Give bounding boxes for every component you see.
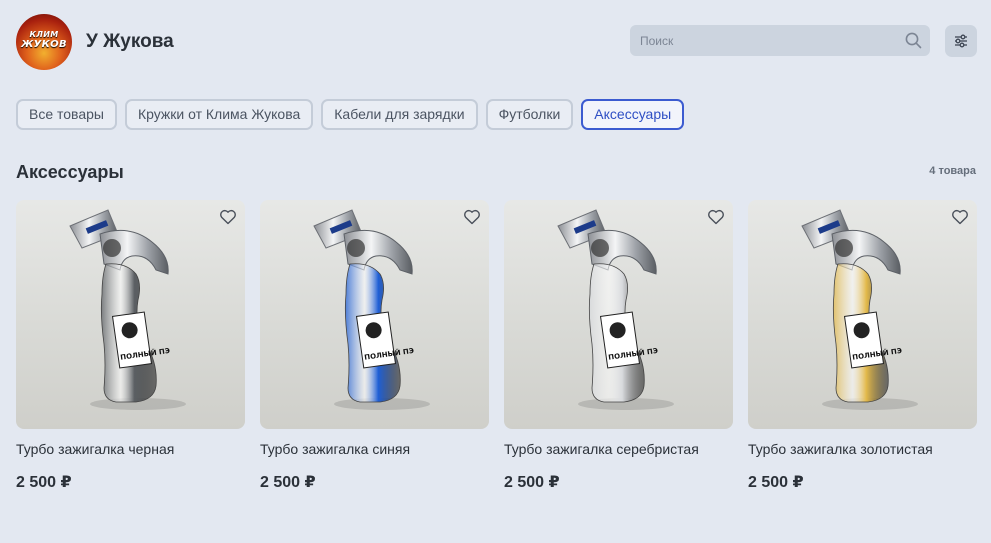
- product-card[interactable]: ПОЛНЫЙ ПЭ Турбо зажигалка черная 2 500 ₽: [16, 200, 245, 492]
- category-tabs: Все товары Кружки от Клима Жукова Кабели…: [16, 99, 685, 131]
- heart-icon[interactable]: [951, 208, 969, 226]
- product-price: 2 500 ₽: [504, 474, 560, 491]
- product-price: 2 500 ₽: [260, 474, 316, 491]
- lighter-image: ПОЛНЫЙ ПЭ: [801, 209, 918, 410]
- tab-mugs[interactable]: Кружки от Клима Жукова: [124, 99, 314, 130]
- tab-cables[interactable]: Кабели для зарядки: [321, 99, 478, 130]
- heart-icon[interactable]: [219, 208, 237, 226]
- filter-button[interactable]: [945, 25, 977, 57]
- search-icon[interactable]: [905, 32, 922, 49]
- product-card[interactable]: ПОЛНЫЙ ПЭ Турбо зажигалка золотистая 2 5…: [748, 200, 977, 492]
- search-bar: [630, 25, 930, 56]
- shop-name: У Жукова: [86, 31, 174, 52]
- section-title: Аксессуары: [16, 162, 124, 182]
- shop-avatar[interactable]: КЛИМ ЖУКОВ: [16, 14, 72, 70]
- product-card[interactable]: ПОЛНЫЙ ПЭ Турбо зажигалка серебристая 2 …: [504, 200, 733, 492]
- avatar-text-line2: ЖУКОВ: [21, 39, 67, 50]
- tab-all-products[interactable]: Все товары: [16, 99, 117, 130]
- product-name[interactable]: Турбо зажигалка золотистая: [748, 441, 977, 457]
- product-grid: ПОЛНЫЙ ПЭ Турбо зажигалка черная 2 500 ₽…: [16, 200, 977, 500]
- product-name[interactable]: Турбо зажигалка серебристая: [504, 441, 733, 457]
- product-image[interactable]: ПОЛНЫЙ ПЭ: [16, 200, 245, 429]
- tab-accessories[interactable]: Аксессуары: [581, 99, 685, 130]
- header: КЛИМ ЖУКОВ У Жукова: [16, 14, 977, 70]
- product-price: 2 500 ₽: [16, 474, 72, 491]
- heart-icon[interactable]: [707, 208, 725, 226]
- heart-icon[interactable]: [463, 208, 481, 226]
- product-card[interactable]: ПОЛНЫЙ ПЭ Турбо зажигалка синяя 2 500 ₽: [260, 200, 489, 492]
- search-input[interactable]: [630, 25, 900, 56]
- product-image[interactable]: ПОЛНЫЙ ПЭ: [260, 200, 489, 429]
- sliders-icon: [955, 34, 967, 48]
- tab-tshirts[interactable]: Футболки: [485, 99, 574, 130]
- product-count: 4 товара: [929, 165, 976, 177]
- product-name[interactable]: Турбо зажигалка синяя: [260, 441, 489, 457]
- product-price: 2 500 ₽: [748, 474, 804, 491]
- avatar-text-line1: КЛИМ: [29, 30, 59, 39]
- product-name[interactable]: Турбо зажигалка черная: [16, 441, 245, 457]
- lighter-image: ПОЛНЫЙ ПЭ: [557, 209, 674, 410]
- product-image[interactable]: ПОЛНЫЙ ПЭ: [748, 200, 977, 429]
- lighter-image: ПОЛНЫЙ ПЭ: [69, 209, 186, 410]
- lighter-image: ПОЛНЫЙ ПЭ: [313, 209, 430, 410]
- product-image[interactable]: ПОЛНЫЙ ПЭ: [504, 200, 733, 429]
